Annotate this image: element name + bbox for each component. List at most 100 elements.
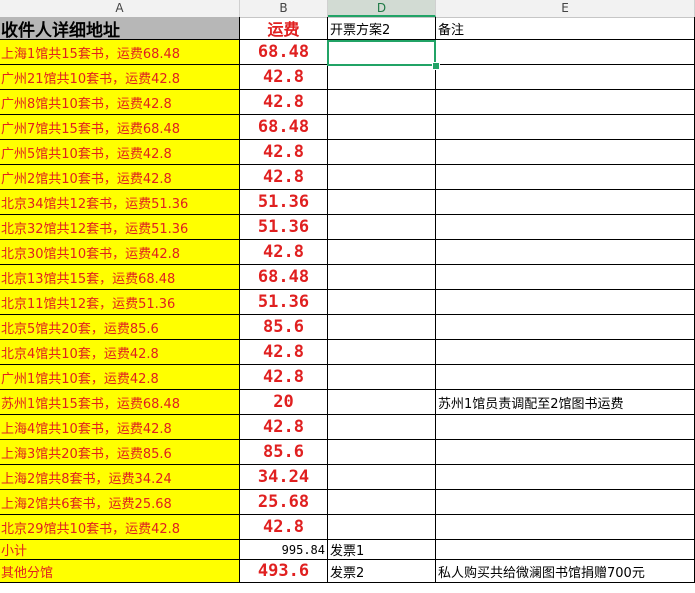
fee-cell[interactable]: 25.68 (240, 490, 328, 515)
address-cell[interactable]: 广州7馆共15套书，运费68.48 (0, 115, 240, 140)
header-address-cell[interactable]: 收件人详细地址 (0, 17, 240, 40)
fee-cell[interactable]: 42.8 (240, 515, 328, 540)
notes-cell[interactable] (436, 465, 695, 490)
notes-cell[interactable] (436, 265, 695, 290)
address-cell[interactable]: 上海3馆共20套书，运费85.6 (0, 440, 240, 465)
notes-cell[interactable] (436, 90, 695, 115)
fee-cell[interactable]: 51.36 (240, 215, 328, 240)
fee-cell[interactable]: 42.8 (240, 90, 328, 115)
address-cell[interactable]: 北京5馆共20套，运费85.6 (0, 315, 240, 340)
notes-cell[interactable] (436, 440, 695, 465)
column-header-e[interactable]: E (436, 0, 695, 17)
notes-cell[interactable] (436, 490, 695, 515)
notes-cell[interactable] (436, 540, 695, 560)
notes-cell[interactable] (436, 140, 695, 165)
address-cell[interactable]: 上海4馆共10套书，运费42.8 (0, 415, 240, 440)
invoice-cell[interactable] (328, 390, 436, 415)
address-cell[interactable]: 苏州1馆共15套书，运费68.48 (0, 390, 240, 415)
fee-cell[interactable]: 85.6 (240, 315, 328, 340)
address-cell[interactable]: 北京4馆共10套，运费42.8 (0, 340, 240, 365)
invoice-cell[interactable] (328, 515, 436, 540)
notes-cell[interactable] (436, 240, 695, 265)
invoice-cell[interactable] (328, 490, 436, 515)
fee-cell[interactable]: 42.8 (240, 415, 328, 440)
fee-cell[interactable]: 51.36 (240, 290, 328, 315)
table-row: 苏州1馆共15套书，运费68.48 20 苏州1馆员责调配至2馆图书运费 (0, 390, 695, 415)
invoice-cell[interactable] (328, 65, 436, 90)
fee-cell[interactable]: 42.8 (240, 340, 328, 365)
address-cell[interactable]: 北京29馆共10套书，运费42.8 (0, 515, 240, 540)
invoice-cell[interactable] (328, 165, 436, 190)
fee-cell[interactable]: 20 (240, 390, 328, 415)
notes-cell[interactable] (436, 165, 695, 190)
address-cell[interactable]: 广州2馆共10套书，运费42.8 (0, 165, 240, 190)
address-cell[interactable]: 北京13馆共15套，运费68.48 (0, 265, 240, 290)
address-cell[interactable]: 广州5馆共10套书，运费42.8 (0, 140, 240, 165)
address-cell[interactable]: 广州1馆共10套，运费42.8 (0, 365, 240, 390)
fee-cell[interactable]: 51.36 (240, 190, 328, 215)
fee-cell[interactable]: 42.8 (240, 165, 328, 190)
notes-cell[interactable]: 私人购买共给微澜图书馆捐赠700元 (436, 560, 695, 583)
address-cell[interactable]: 上海2馆共8套书，运费34.24 (0, 465, 240, 490)
fee-cell[interactable]: 85.6 (240, 440, 328, 465)
invoice-cell[interactable]: 发票1 (328, 540, 436, 560)
address-cell[interactable]: 小计 (0, 540, 240, 560)
address-cell[interactable]: 上海2馆共6套书，运费25.68 (0, 490, 240, 515)
notes-cell[interactable] (436, 290, 695, 315)
fee-cell[interactable]: 42.8 (240, 65, 328, 90)
invoice-cell[interactable] (328, 340, 436, 365)
fill-handle[interactable] (432, 62, 440, 70)
notes-cell[interactable] (436, 315, 695, 340)
notes-cell[interactable] (436, 65, 695, 90)
invoice-cell[interactable] (328, 190, 436, 215)
invoice-cell[interactable] (328, 315, 436, 340)
notes-cell[interactable] (436, 115, 695, 140)
header-fee-cell[interactable]: 运费 (240, 17, 328, 40)
notes-cell[interactable] (436, 415, 695, 440)
table-row: 北京4馆共10套，运费42.8 42.8 (0, 340, 695, 365)
invoice-cell[interactable]: 发票2 (328, 560, 436, 583)
fee-cell[interactable]: 42.8 (240, 365, 328, 390)
address-cell[interactable]: 广州8馆共10套书，运费42.8 (0, 90, 240, 115)
invoice-cell[interactable] (328, 440, 436, 465)
address-cell[interactable]: 广州21馆共10套书，运费42.8 (0, 65, 240, 90)
fee-cell[interactable]: 68.48 (240, 115, 328, 140)
address-cell[interactable]: 北京34馆共12套书，运费51.36 (0, 190, 240, 215)
notes-cell[interactable] (436, 215, 695, 240)
notes-cell[interactable] (436, 340, 695, 365)
invoice-cell[interactable] (328, 265, 436, 290)
notes-cell[interactable] (436, 40, 695, 65)
table-row: 广州5馆共10套书，运费42.8 42.8 (0, 140, 695, 165)
fee-cell[interactable]: 995.84 (240, 540, 328, 560)
notes-cell[interactable] (436, 190, 695, 215)
invoice-cell[interactable] (328, 140, 436, 165)
invoice-cell[interactable] (328, 465, 436, 490)
header-notes-cell[interactable]: 备注 (436, 17, 695, 40)
fee-cell[interactable]: 493.6 (240, 560, 328, 583)
header-invoice-cell[interactable]: 开票方案2 (328, 17, 436, 40)
column-header-b[interactable]: B (240, 0, 328, 17)
notes-cell[interactable] (436, 515, 695, 540)
invoice-cell[interactable] (328, 115, 436, 140)
address-cell[interactable]: 其他分馆 (0, 560, 240, 583)
address-cell[interactable]: 北京32馆共12套书，运费51.36 (0, 215, 240, 240)
invoice-cell[interactable] (328, 365, 436, 390)
invoice-cell[interactable] (328, 290, 436, 315)
address-cell[interactable]: 北京11馆共12套，运费51.36 (0, 290, 240, 315)
column-header-bar: A B D E (0, 0, 695, 18)
column-header-d[interactable]: D (328, 0, 436, 17)
invoice-cell[interactable] (328, 90, 436, 115)
column-header-a[interactable]: A (0, 0, 240, 17)
invoice-cell[interactable] (328, 240, 436, 265)
invoice-cell[interactable] (328, 415, 436, 440)
invoice-cell[interactable] (328, 215, 436, 240)
fee-cell[interactable]: 42.8 (240, 240, 328, 265)
fee-cell[interactable]: 68.48 (240, 40, 328, 65)
fee-cell[interactable]: 68.48 (240, 265, 328, 290)
fee-cell[interactable]: 42.8 (240, 140, 328, 165)
notes-cell[interactable] (436, 365, 695, 390)
address-cell[interactable]: 北京30馆共10套书，运费42.8 (0, 240, 240, 265)
address-cell[interactable]: 上海1馆共15套书，运费68.48 (0, 40, 240, 65)
fee-cell[interactable]: 34.24 (240, 465, 328, 490)
notes-cell[interactable]: 苏州1馆员责调配至2馆图书运费 (436, 390, 695, 415)
